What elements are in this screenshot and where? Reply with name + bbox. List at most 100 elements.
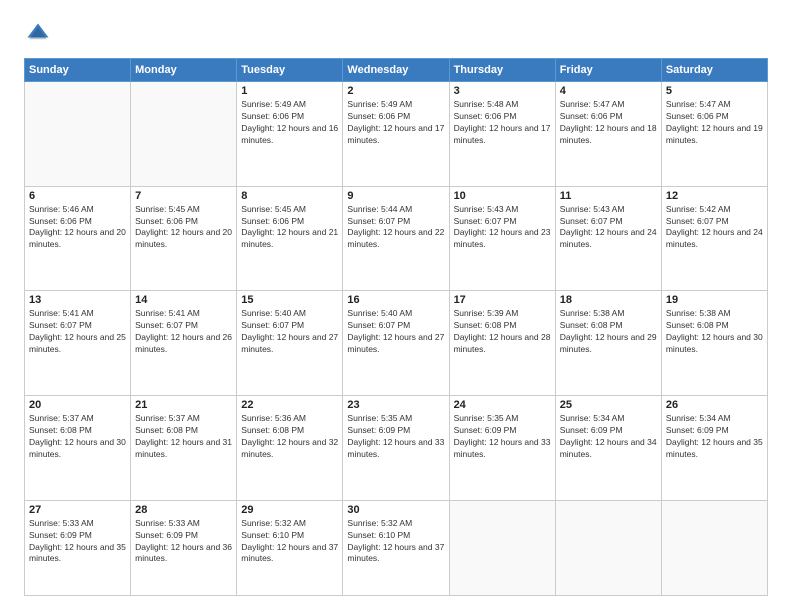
- day-number: 19: [666, 294, 763, 306]
- calendar-cell: 26 Sunrise: 5:34 AM Sunset: 6:09 PM Dayli…: [661, 396, 767, 501]
- day-number: 14: [135, 294, 232, 306]
- day-number: 12: [666, 190, 763, 202]
- day-number: 13: [29, 294, 126, 306]
- day-number: 5: [666, 85, 763, 97]
- calendar-cell: 20 Sunrise: 5:37 AM Sunset: 6:08 PM Dayli…: [25, 396, 131, 501]
- day-info: Sunrise: 5:45 AM Sunset: 6:06 PM Dayligh…: [135, 204, 232, 252]
- calendar-cell: 18 Sunrise: 5:38 AM Sunset: 6:08 PM Dayli…: [555, 291, 661, 396]
- calendar-cell: 14 Sunrise: 5:41 AM Sunset: 6:07 PM Dayli…: [131, 291, 237, 396]
- day-header-thursday: Thursday: [449, 59, 555, 82]
- calendar-table: SundayMondayTuesdayWednesdayThursdayFrid…: [24, 58, 768, 596]
- day-info: Sunrise: 5:37 AM Sunset: 6:08 PM Dayligh…: [29, 413, 126, 461]
- day-number: 6: [29, 190, 126, 202]
- calendar-cell: 30 Sunrise: 5:32 AM Sunset: 6:10 PM Dayli…: [343, 500, 449, 595]
- day-number: 16: [347, 294, 444, 306]
- logo-icon: [24, 20, 52, 48]
- day-info: Sunrise: 5:43 AM Sunset: 6:07 PM Dayligh…: [454, 204, 551, 252]
- day-number: 7: [135, 190, 232, 202]
- week-row-4: 20 Sunrise: 5:37 AM Sunset: 6:08 PM Dayli…: [25, 396, 768, 501]
- day-number: 11: [560, 190, 657, 202]
- week-row-5: 27 Sunrise: 5:33 AM Sunset: 6:09 PM Dayli…: [25, 500, 768, 595]
- day-info: Sunrise: 5:33 AM Sunset: 6:09 PM Dayligh…: [29, 518, 126, 566]
- calendar-cell: [661, 500, 767, 595]
- day-info: Sunrise: 5:45 AM Sunset: 6:06 PM Dayligh…: [241, 204, 338, 252]
- week-row-3: 13 Sunrise: 5:41 AM Sunset: 6:07 PM Dayli…: [25, 291, 768, 396]
- day-number: 2: [347, 85, 444, 97]
- day-number: 9: [347, 190, 444, 202]
- calendar-header-row: SundayMondayTuesdayWednesdayThursdayFrid…: [25, 59, 768, 82]
- day-number: 20: [29, 399, 126, 411]
- week-row-1: 1 Sunrise: 5:49 AM Sunset: 6:06 PM Daylig…: [25, 82, 768, 187]
- day-info: Sunrise: 5:32 AM Sunset: 6:10 PM Dayligh…: [347, 518, 444, 566]
- day-info: Sunrise: 5:37 AM Sunset: 6:08 PM Dayligh…: [135, 413, 232, 461]
- day-info: Sunrise: 5:33 AM Sunset: 6:09 PM Dayligh…: [135, 518, 232, 566]
- day-info: Sunrise: 5:44 AM Sunset: 6:07 PM Dayligh…: [347, 204, 444, 252]
- day-number: 18: [560, 294, 657, 306]
- calendar-cell: 8 Sunrise: 5:45 AM Sunset: 6:06 PM Daylig…: [237, 186, 343, 291]
- day-number: 1: [241, 85, 338, 97]
- day-header-tuesday: Tuesday: [237, 59, 343, 82]
- day-info: Sunrise: 5:35 AM Sunset: 6:09 PM Dayligh…: [454, 413, 551, 461]
- day-info: Sunrise: 5:34 AM Sunset: 6:09 PM Dayligh…: [560, 413, 657, 461]
- day-number: 24: [454, 399, 551, 411]
- day-info: Sunrise: 5:32 AM Sunset: 6:10 PM Dayligh…: [241, 518, 338, 566]
- calendar-cell: 2Sunrise: 5:49 AM Sunset: 6:06 PM Daylig…: [343, 82, 449, 187]
- calendar-cell: 27 Sunrise: 5:33 AM Sunset: 6:09 PM Dayli…: [25, 500, 131, 595]
- calendar-cell: 29 Sunrise: 5:32 AM Sunset: 6:10 PM Dayli…: [237, 500, 343, 595]
- day-number: 30: [347, 504, 444, 516]
- day-info: Sunrise: 5:42 AM Sunset: 6:07 PM Dayligh…: [666, 204, 763, 252]
- calendar-cell: 1 Sunrise: 5:49 AM Sunset: 6:06 PM Daylig…: [237, 82, 343, 187]
- day-header-wednesday: Wednesday: [343, 59, 449, 82]
- header: [24, 20, 768, 48]
- day-number: 28: [135, 504, 232, 516]
- calendar-cell: [449, 500, 555, 595]
- calendar-cell: 4 Sunrise: 5:47 AM Sunset: 6:06 PM Daylig…: [555, 82, 661, 187]
- day-number: 22: [241, 399, 338, 411]
- day-number: 26: [666, 399, 763, 411]
- calendar-cell: 19Sunrise: 5:38 AM Sunset: 6:08 PM Dayli…: [661, 291, 767, 396]
- day-number: 15: [241, 294, 338, 306]
- calendar-cell: 5 Sunrise: 5:47 AM Sunset: 6:06 PM Daylig…: [661, 82, 767, 187]
- day-info: Sunrise: 5:43 AM Sunset: 6:07 PM Dayligh…: [560, 204, 657, 252]
- day-number: 10: [454, 190, 551, 202]
- week-row-2: 6 Sunrise: 5:46 AM Sunset: 6:06 PM Daylig…: [25, 186, 768, 291]
- day-number: 21: [135, 399, 232, 411]
- day-number: 3: [454, 85, 551, 97]
- day-info: Sunrise: 5:41 AM Sunset: 6:07 PM Dayligh…: [135, 308, 232, 356]
- calendar-cell: 11 Sunrise: 5:43 AM Sunset: 6:07 PM Dayli…: [555, 186, 661, 291]
- calendar-cell: 15 Sunrise: 5:40 AM Sunset: 6:07 PM Dayli…: [237, 291, 343, 396]
- page: SundayMondayTuesdayWednesdayThursdayFrid…: [0, 0, 792, 612]
- day-info: Sunrise: 5:40 AM Sunset: 6:07 PM Dayligh…: [347, 308, 444, 356]
- day-info: Sunrise: 5:49 AM Sunset: 6:06 PM Dayligh…: [241, 99, 338, 147]
- day-number: 27: [29, 504, 126, 516]
- calendar-cell: 22 Sunrise: 5:36 AM Sunset: 6:08 PM Dayli…: [237, 396, 343, 501]
- calendar-cell: 7 Sunrise: 5:45 AM Sunset: 6:06 PM Daylig…: [131, 186, 237, 291]
- logo: [24, 20, 56, 48]
- day-number: 4: [560, 85, 657, 97]
- day-info: Sunrise: 5:41 AM Sunset: 6:07 PM Dayligh…: [29, 308, 126, 356]
- day-info: Sunrise: 5:47 AM Sunset: 6:06 PM Dayligh…: [666, 99, 763, 147]
- day-number: 17: [454, 294, 551, 306]
- day-number: 25: [560, 399, 657, 411]
- day-number: 29: [241, 504, 338, 516]
- day-info: Sunrise: 5:40 AM Sunset: 6:07 PM Dayligh…: [241, 308, 338, 356]
- calendar-cell: 21 Sunrise: 5:37 AM Sunset: 6:08 PM Dayli…: [131, 396, 237, 501]
- calendar-cell: 6 Sunrise: 5:46 AM Sunset: 6:06 PM Daylig…: [25, 186, 131, 291]
- calendar-cell: 28 Sunrise: 5:33 AM Sunset: 6:09 PM Dayli…: [131, 500, 237, 595]
- day-info: Sunrise: 5:47 AM Sunset: 6:06 PM Dayligh…: [560, 99, 657, 147]
- calendar-cell: 24 Sunrise: 5:35 AM Sunset: 6:09 PM Dayli…: [449, 396, 555, 501]
- day-info: Sunrise: 5:35 AM Sunset: 6:09 PM Dayligh…: [347, 413, 444, 461]
- day-info: Sunrise: 5:38 AM Sunset: 6:08 PM Dayligh…: [560, 308, 657, 356]
- day-info: Sunrise: 5:46 AM Sunset: 6:06 PM Dayligh…: [29, 204, 126, 252]
- calendar-cell: 25 Sunrise: 5:34 AM Sunset: 6:09 PM Dayli…: [555, 396, 661, 501]
- day-header-monday: Monday: [131, 59, 237, 82]
- calendar-cell: 16 Sunrise: 5:40 AM Sunset: 6:07 PM Dayli…: [343, 291, 449, 396]
- day-header-saturday: Saturday: [661, 59, 767, 82]
- calendar-cell: [555, 500, 661, 595]
- day-info: Sunrise: 5:39 AM Sunset: 6:08 PM Dayligh…: [454, 308, 551, 356]
- day-number: 8: [241, 190, 338, 202]
- day-info: Sunrise: 5:34 AM Sunset: 6:09 PM Dayligh…: [666, 413, 763, 461]
- day-info: Sunrise: 5:36 AM Sunset: 6:08 PM Dayligh…: [241, 413, 338, 461]
- day-info: Sunrise: 5:48 AM Sunset: 6:06 PM Dayligh…: [454, 99, 551, 147]
- calendar-cell: 9 Sunrise: 5:44 AM Sunset: 6:07 PM Daylig…: [343, 186, 449, 291]
